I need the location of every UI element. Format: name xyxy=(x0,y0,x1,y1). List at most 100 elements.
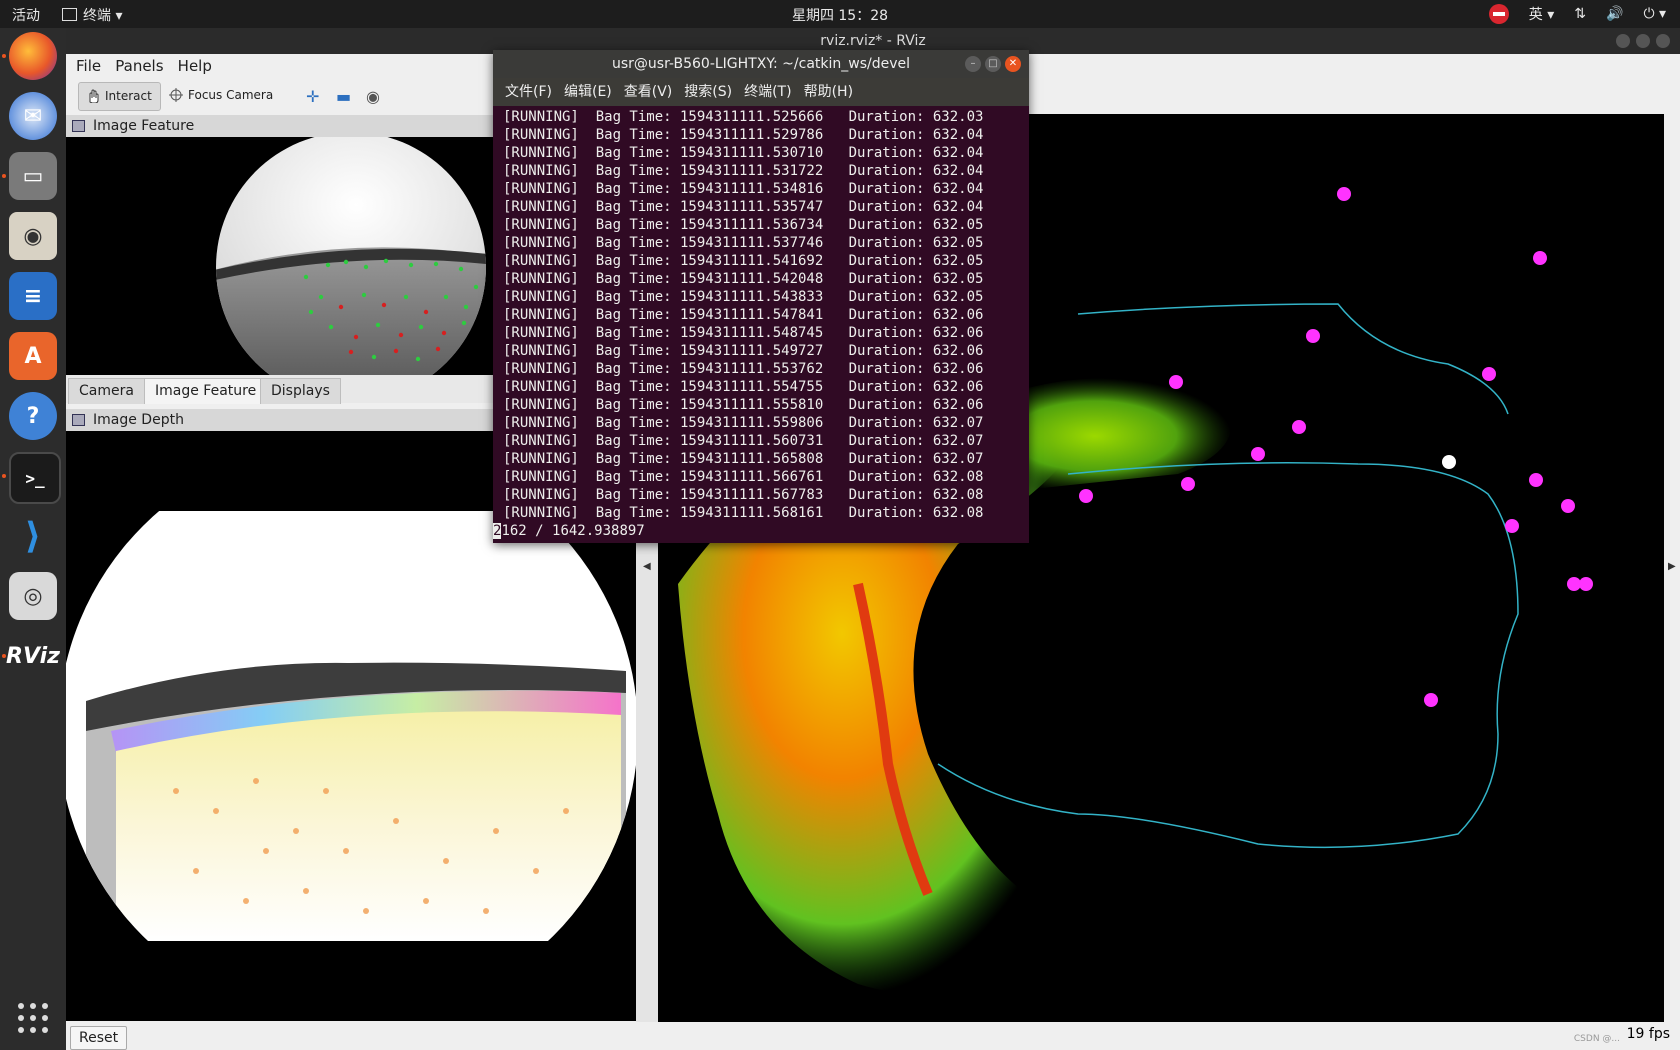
writer-icon[interactable]: ≡ xyxy=(9,272,57,320)
terminal-line: [RUNNING] Bag Time: 1594311111.542048 Du… xyxy=(503,271,984,287)
running-indicator xyxy=(2,174,6,178)
image-feature-panel-title: Image Feature xyxy=(93,118,195,134)
tab-displays[interactable]: Displays xyxy=(260,378,341,404)
terminal-line: [RUNNING] Bag Time: 1594311111.565808 Du… xyxy=(503,451,984,467)
terminal-line: [RUNNING] Bag Time: 1594311111.525666 Du… xyxy=(503,109,984,125)
rhythmbox-icon[interactable]: ◉ xyxy=(9,212,57,260)
terminal-line: [RUNNING] Bag Time: 1594311111.547841 Du… xyxy=(503,307,984,323)
show-applications-icon[interactable] xyxy=(18,1003,48,1033)
terminal-window[interactable]: usr@usr-B560-LIGHTXY: ~/catkin_ws/devel … xyxy=(493,50,1029,543)
terminal-menu-help[interactable]: 帮助(H) xyxy=(804,84,853,100)
terminal-line: [RUNNING] Bag Time: 1594311111.535747 Du… xyxy=(503,199,984,215)
terminal-line: [RUNNING] Bag Time: 1594311111.566761 Du… xyxy=(503,469,984,485)
terminal-icon[interactable]: >_ xyxy=(9,452,61,504)
image-feature-view[interactable] xyxy=(66,137,496,375)
terminal-menubar: 文件(F) 编辑(E) 查看(V) 搜索(S) 终端(T) 帮助(H) xyxy=(493,78,1029,106)
vscode-icon[interactable]: ⟩ xyxy=(9,512,57,560)
terminal-line: [RUNNING] Bag Time: 1594311111.537746 Du… xyxy=(503,235,984,251)
rviz-icon[interactable]: RViz xyxy=(6,632,60,680)
terminal-progress-text: 162 / 1642.938897 xyxy=(501,523,645,539)
software-center-icon[interactable]: A xyxy=(9,332,57,380)
terminal-line: [RUNNING] Bag Time: 1594311111.549727 Du… xyxy=(503,343,984,359)
terminal-output[interactable]: [RUNNING] Bag Time: 1594311111.525666 Du… xyxy=(493,106,1029,540)
right-dock-strip: ▶ xyxy=(1664,114,1680,1022)
terminal-menu-edit[interactable]: 编辑(E) xyxy=(564,84,612,100)
image-feature-panel-header[interactable]: Image Feature xyxy=(66,115,496,137)
fisheye-feature-image xyxy=(216,137,486,375)
clock[interactable]: 星期四 15：28 xyxy=(0,5,1680,25)
focus-camera-label: Focus Camera xyxy=(188,88,274,102)
gnome-top-bar: 活动 终端 ▾ 星期四 15：28 英 ▾ ⇅ 🔊 ⏻ ▾ xyxy=(0,0,1680,28)
terminal-line: [RUNNING] Bag Time: 1594311111.530710 Du… xyxy=(503,145,984,161)
terminal-menu-terminal[interactable]: 终端(T) xyxy=(744,84,791,100)
terminal-line: [RUNNING] Bag Time: 1594311111.536734 Du… xyxy=(503,217,984,233)
maximize-button[interactable] xyxy=(1636,34,1650,48)
panel-image-icon xyxy=(72,414,85,426)
activities-button[interactable]: 活动 xyxy=(12,5,40,25)
remove-tool-icon[interactable]: ▬ xyxy=(336,87,351,106)
terminal-line: [RUNNING] Bag Time: 1594311111.555810 Du… xyxy=(503,397,984,413)
interact-label: Interact xyxy=(105,89,152,103)
watermark: CSDN @... xyxy=(1573,1034,1620,1044)
current-pose-marker xyxy=(1442,455,1456,469)
view-eye-icon[interactable]: ◉ xyxy=(366,87,380,106)
terminal-line: [RUNNING] Bag Time: 1594311111.534816 Du… xyxy=(503,181,984,197)
volume-icon[interactable]: 🔊 xyxy=(1606,6,1623,22)
close-button[interactable] xyxy=(1656,34,1670,48)
terminal-line: [RUNNING] Bag Time: 1594311111.543833 Du… xyxy=(503,289,984,305)
files-icon[interactable]: ▭ xyxy=(9,152,57,200)
terminal-line: [RUNNING] Bag Time: 1594311111.531722 Du… xyxy=(503,163,984,179)
rviz-window-title: rviz.rviz* - RViz xyxy=(820,33,926,49)
menu-file[interactable]: File xyxy=(76,54,101,78)
power-icon[interactable]: ⏻ ▾ xyxy=(1643,6,1666,22)
running-indicator xyxy=(2,54,6,58)
terminal-line: [RUNNING] Bag Time: 1594311111.541692 Du… xyxy=(503,253,984,269)
running-indicator xyxy=(2,474,6,478)
tab-image-feature[interactable]: Image Feature xyxy=(144,378,268,404)
interact-tool-button[interactable]: Interact xyxy=(78,82,161,111)
terminal-maximize-button[interactable]: □ xyxy=(985,56,1001,72)
panel-image-icon xyxy=(72,120,85,132)
terminal-line: [RUNNING] Bag Time: 1594311111.553762 Du… xyxy=(503,361,984,377)
app-menu-label: 终端 xyxy=(83,8,111,24)
terminal-menu-search[interactable]: 搜索(S) xyxy=(684,84,732,100)
rviz-statusbar: Reset CSDN @... 19 fps xyxy=(66,1022,1680,1050)
fps-readout: 19 fps xyxy=(1626,1026,1670,1042)
terminal-close-button[interactable]: ✕ xyxy=(1005,56,1021,72)
terminal-line: [RUNNING] Bag Time: 1594311111.560731 Du… xyxy=(503,433,984,449)
ubuntu-dock: ✉ ▭ ◉ ≡ A ? >_ ⟩ ◎ RViz xyxy=(0,28,66,1050)
help-icon[interactable]: ? xyxy=(9,392,57,440)
minimize-button[interactable] xyxy=(1616,34,1630,48)
terminal-title: usr@usr-B560-LIGHTXY: ~/catkin_ws/devel xyxy=(611,56,911,72)
menu-help[interactable]: Help xyxy=(178,54,212,78)
tab-camera[interactable]: Camera xyxy=(68,378,145,404)
terminal-menu-view[interactable]: 查看(V) xyxy=(624,84,673,100)
crosshair-icon xyxy=(169,88,183,102)
thunderbird-icon[interactable]: ✉ xyxy=(9,92,57,140)
running-indicator xyxy=(2,654,6,658)
network-icon[interactable]: ⇅ xyxy=(1574,6,1586,22)
terminal-line: [RUNNING] Bag Time: 1594311111.529786 Du… xyxy=(503,127,984,143)
menu-panels[interactable]: Panels xyxy=(115,54,163,78)
terminal-line: [RUNNING] Bag Time: 1594311111.548745 Du… xyxy=(503,325,984,341)
terminal-menu-file[interactable]: 文件(F) xyxy=(505,84,552,100)
left-panel-tabs: Camera Image Feature Displays xyxy=(66,375,496,404)
terminal-titlebar[interactable]: usr@usr-B560-LIGHTXY: ~/catkin_ws/devel … xyxy=(493,50,1029,78)
focus-camera-tool-button[interactable]: Focus Camera xyxy=(162,82,281,109)
app-menu[interactable]: 终端 ▾ xyxy=(62,5,122,25)
terminal-prompt-line: 2162 / 1642.938897 xyxy=(493,522,1029,540)
image-depth-panel-title: Image Depth xyxy=(93,412,184,428)
terminal-line: [RUNNING] Bag Time: 1594311111.554755 Du… xyxy=(503,379,984,395)
terminal-minimize-button[interactable]: – xyxy=(965,56,981,72)
expand-right-icon[interactable]: ▶ xyxy=(1668,561,1676,572)
collapse-left-icon[interactable]: ◀ xyxy=(643,561,651,572)
terminal-line: [RUNNING] Bag Time: 1594311111.559806 Du… xyxy=(503,415,984,431)
input-method-indicator[interactable]: 英 ▾ xyxy=(1529,4,1554,24)
image-depth-panel-header[interactable]: Image Depth xyxy=(66,409,496,431)
reset-button[interactable]: Reset xyxy=(70,1026,128,1050)
terminal-line: [RUNNING] Bag Time: 1594311111.568161 Du… xyxy=(503,505,984,521)
do-not-disturb-icon[interactable] xyxy=(1488,4,1509,24)
add-tool-icon[interactable]: ✛ xyxy=(306,87,319,106)
camera-icon[interactable]: ◎ xyxy=(9,572,57,620)
firefox-icon[interactable] xyxy=(9,32,57,80)
